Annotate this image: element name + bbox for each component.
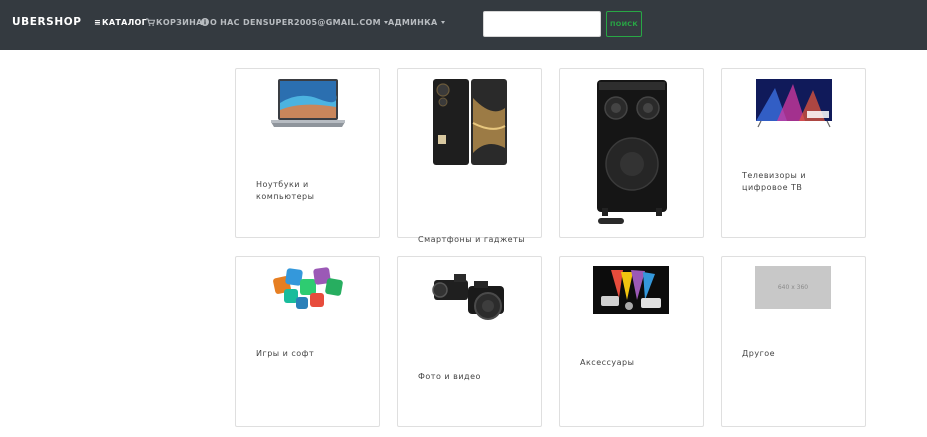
category-card-smartphones[interactable]: Смартфоны и гаджеты (397, 68, 542, 244)
category-card-photo-video[interactable]: Фото и видео (397, 256, 542, 427)
category-card-laptops[interactable]: Ноутбуки и компьютеры (235, 68, 380, 238)
category-label: Телевизоры и цифровое ТВ (742, 171, 807, 192)
category-label: Другое (742, 349, 776, 358)
category-card-audio[interactable] (559, 68, 704, 238)
nav-user-dropdown[interactable]: DENSUPER2005@GMAIL.COM (243, 18, 388, 27)
category-label: Фото и видео (418, 372, 481, 381)
search-input[interactable] (483, 11, 601, 37)
placeholder-image: 640 x 360 (755, 266, 831, 309)
chevron-down-icon (440, 21, 445, 24)
nav-cart-label: КОРЗИНА (156, 18, 203, 27)
speaker-image (597, 80, 667, 224)
nav-about-label: О НАС (210, 18, 240, 27)
navbar: UBERSHOP ≡КАТАЛОГ КОРЗИНА О НАС DENSUPER… (0, 0, 927, 50)
accessories-image (593, 266, 669, 314)
category-card-software[interactable]: Игры и софт (235, 256, 380, 427)
nav-catalog-label: КАТАЛОГ (102, 18, 148, 27)
tv-image (756, 79, 832, 128)
list-icon: ≡ (94, 18, 102, 27)
nav-admin-dropdown[interactable]: АДМИНКА (388, 18, 445, 27)
category-label: Аксессуары (580, 358, 635, 367)
user-email: DENSUPER2005@GMAIL.COM (243, 18, 381, 27)
nav-admin-label: АДМИНКА (388, 18, 438, 27)
category-card-accessories[interactable]: Аксессуары (559, 256, 704, 427)
nav-cart[interactable]: КОРЗИНА (146, 18, 203, 27)
nav-catalog[interactable]: ≡КАТАЛОГ (94, 18, 147, 27)
brand-logo[interactable]: UBERSHOP (12, 16, 82, 28)
category-label: Смартфоны и гаджеты (418, 235, 526, 244)
nav-about[interactable]: О НАС (201, 18, 240, 27)
info-icon (201, 18, 209, 26)
category-card-tv[interactable]: Телевизоры и цифровое ТВ (721, 68, 866, 238)
category-label: Игры и софт (256, 349, 315, 358)
software-icons-image (273, 267, 343, 309)
category-card-other[interactable]: 640 x 360 Другое (721, 256, 866, 427)
laptop-image (271, 79, 345, 127)
camera-image (432, 274, 504, 320)
category-label: Ноутбуки и компьютеры (256, 180, 315, 201)
cart-icon (146, 18, 156, 26)
smartphone-image (433, 79, 507, 165)
search-button[interactable]: ПОИСК (606, 11, 642, 37)
